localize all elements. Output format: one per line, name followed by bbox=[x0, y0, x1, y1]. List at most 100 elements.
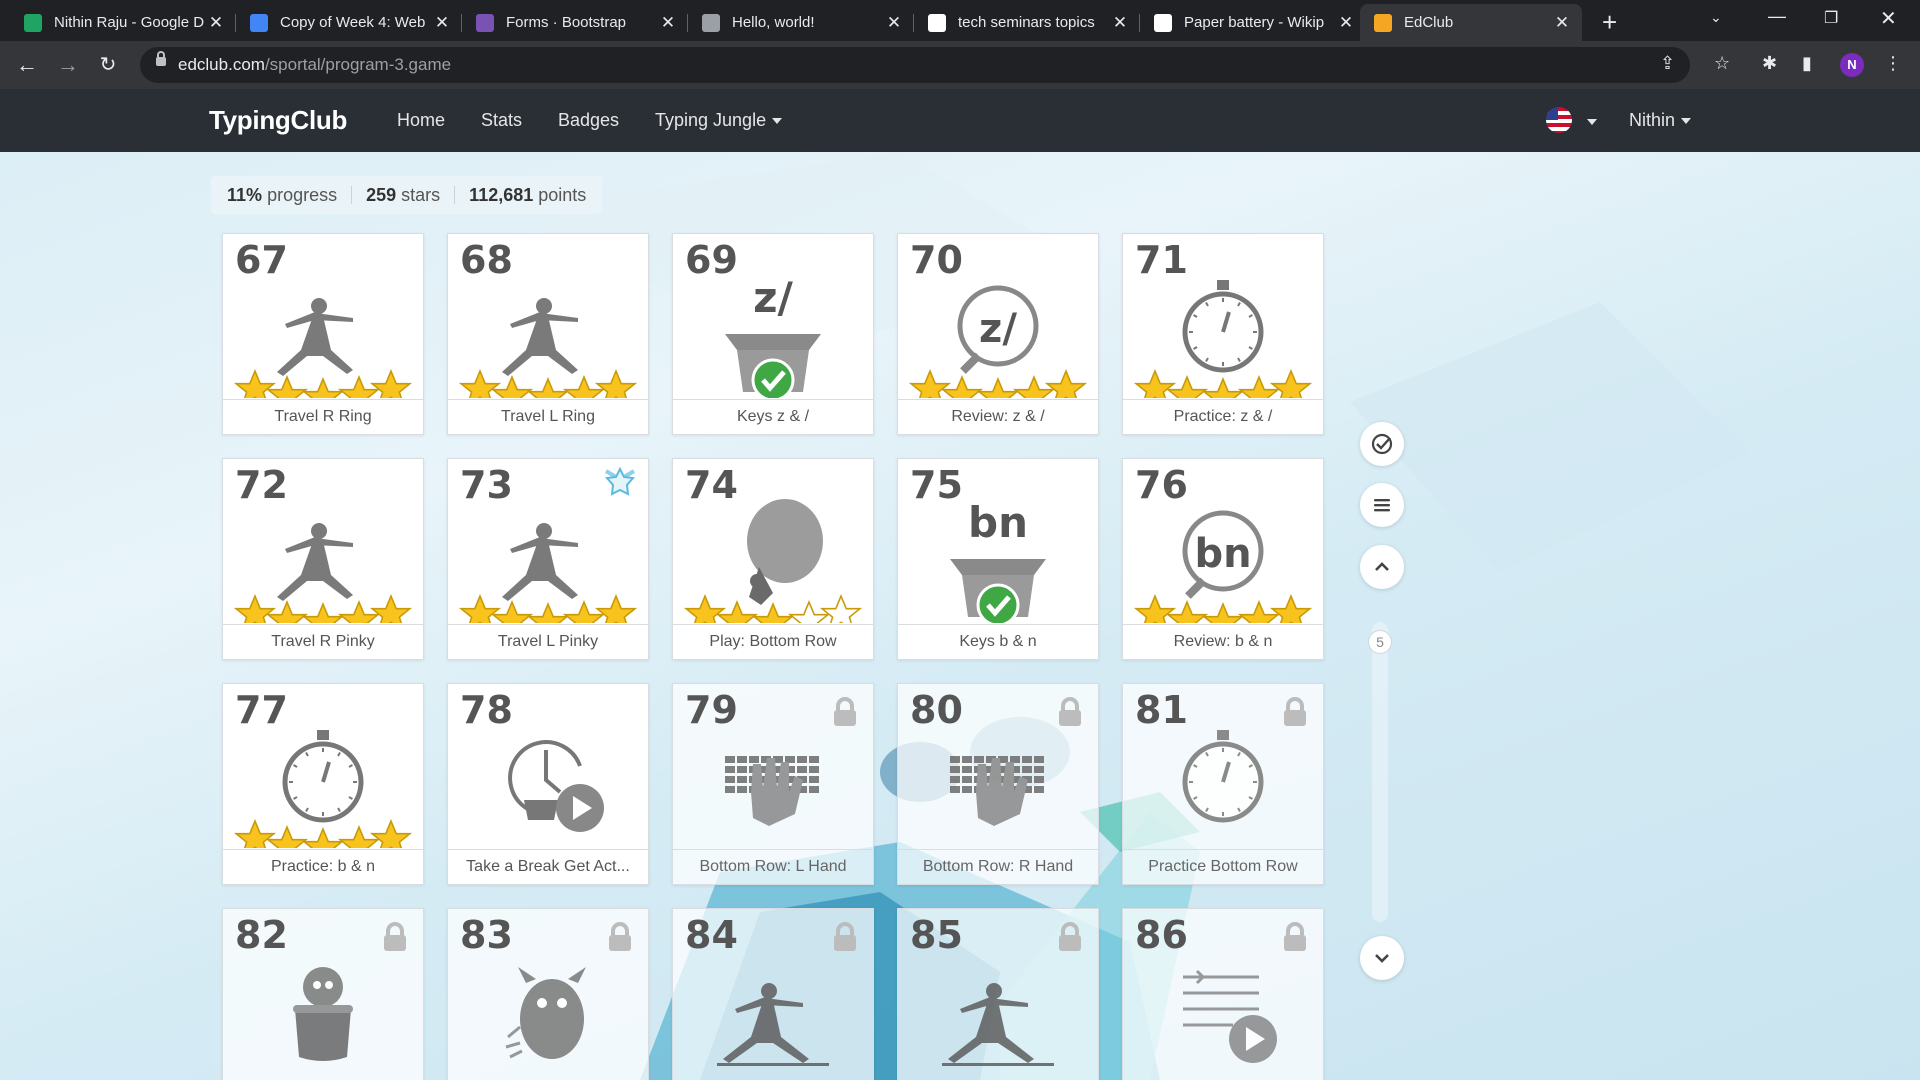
lock-icon bbox=[1284, 922, 1306, 951]
star-icon bbox=[369, 369, 413, 398]
menu-button[interactable] bbox=[1360, 483, 1404, 527]
lesson-illustration bbox=[458, 298, 638, 398]
lesson-map: 11% progress 259 stars 112,681 points 67… bbox=[0, 152, 1920, 1080]
us-flag-icon[interactable] bbox=[1546, 107, 1572, 133]
browser-tab[interactable]: Nithin Raju - Google D ✕ bbox=[10, 4, 236, 41]
check-icon bbox=[751, 358, 795, 398]
lesson-card[interactable]: 77 Practice: b & n bbox=[222, 683, 424, 885]
browser-tab[interactable]: Paper battery - Wikip ✕ bbox=[1140, 4, 1366, 41]
tab-close-icon[interactable]: ✕ bbox=[1552, 13, 1572, 33]
completed-filter-button[interactable] bbox=[1360, 422, 1404, 466]
tab-search-icon[interactable]: ⌄ bbox=[1710, 9, 1722, 26]
lesson-card[interactable]: 72 Travel R Pinky bbox=[222, 458, 424, 660]
lesson-illustration bbox=[942, 983, 1054, 1066]
lesson-illustration bbox=[1182, 730, 1264, 823]
star-icon bbox=[976, 377, 1020, 398]
lesson-card[interactable]: 78 Take a Break Get Act... bbox=[447, 683, 649, 885]
tab-separator bbox=[235, 14, 236, 32]
share-icon[interactable]: ⇪ bbox=[1660, 53, 1675, 74]
lesson-card[interactable]: 67 Travel R Ring bbox=[222, 233, 424, 435]
star-icon bbox=[526, 602, 570, 623]
yoga-pose-icon bbox=[277, 298, 353, 376]
lesson-card[interactable]: 73 Travel L Pinky bbox=[447, 458, 649, 660]
lesson-illustration bbox=[683, 499, 863, 623]
page-number-indicator[interactable]: 5 bbox=[1368, 630, 1392, 654]
back-icon[interactable]: ← bbox=[11, 49, 43, 81]
lesson-illustration bbox=[725, 756, 819, 826]
lock-icon bbox=[384, 922, 406, 951]
lesson-card[interactable]: 84 bbox=[672, 908, 874, 1080]
bookmark-star-icon[interactable]: ☆ bbox=[1714, 53, 1730, 74]
nav-badges[interactable]: Badges bbox=[558, 110, 619, 131]
star-icon bbox=[1269, 369, 1313, 398]
tab-close-icon[interactable]: ✕ bbox=[658, 13, 678, 33]
lesson-card[interactable]: 83 bbox=[447, 908, 649, 1080]
tab-close-icon[interactable]: ✕ bbox=[432, 13, 452, 33]
window-close-icon[interactable]: ✕ bbox=[1880, 6, 1897, 31]
lesson-card[interactable]: 68 Travel L Ring bbox=[447, 233, 649, 435]
tab-close-icon[interactable]: ✕ bbox=[1110, 13, 1130, 33]
profile-avatar[interactable]: N bbox=[1840, 53, 1864, 77]
lesson-card[interactable]: 85 bbox=[897, 908, 1099, 1080]
edclub-icon bbox=[1374, 13, 1392, 32]
star-icon bbox=[562, 375, 606, 398]
lesson-card[interactable]: 71 Practice: z & / bbox=[1122, 233, 1324, 435]
side-panel-icon[interactable]: ▮ bbox=[1802, 53, 1812, 74]
star-icon bbox=[369, 594, 413, 623]
minimize-icon[interactable]: — bbox=[1768, 6, 1786, 27]
user-menu[interactable]: Nithin bbox=[1629, 110, 1692, 131]
lesson-illustration bbox=[233, 730, 413, 848]
browser-tab[interactable]: Hello, world! ✕ bbox=[688, 4, 914, 41]
browser-tab[interactable]: EdClub ✕ bbox=[1360, 4, 1582, 41]
keyboard-hand-icon bbox=[950, 756, 1044, 826]
forward-icon[interactable]: → bbox=[52, 49, 84, 81]
lock-icon bbox=[1059, 922, 1081, 951]
browser-tab[interactable]: tech seminars topics ✕ bbox=[914, 4, 1140, 41]
lesson-card[interactable]: 69 z/Keys z & / bbox=[672, 233, 874, 435]
tab-close-icon[interactable]: ✕ bbox=[884, 13, 904, 33]
site-navbar: TypingClub Home Stats Badges Typing Jung… bbox=[0, 89, 1920, 152]
lesson-card[interactable]: 81 Practice Bottom Row bbox=[1122, 683, 1324, 885]
new-tab-icon[interactable]: + bbox=[1602, 7, 1617, 38]
lesson-card[interactable]: 80 Bottom Row: R Hand bbox=[897, 683, 1099, 885]
check-icon bbox=[976, 583, 1020, 623]
nav-typing-jungle[interactable]: Typing Jungle bbox=[655, 110, 783, 131]
badge-icon[interactable] bbox=[600, 465, 640, 501]
lesson-illustration bbox=[1183, 969, 1277, 1063]
lesson-card[interactable]: 70 z/Review: z & / bbox=[897, 233, 1099, 435]
lesson-card[interactable]: 76 bn Review: b & n bbox=[1122, 458, 1324, 660]
progress-label: progress bbox=[267, 184, 338, 205]
nav-home[interactable]: Home bbox=[397, 110, 445, 131]
lesson-card[interactable]: 75 bn Keys b & n bbox=[897, 458, 1099, 660]
lock-icon bbox=[1284, 697, 1306, 726]
brand-logo[interactable]: TypingClub bbox=[209, 105, 347, 136]
key-letters: bn bbox=[968, 498, 1028, 547]
tab-close-icon[interactable]: ✕ bbox=[206, 13, 226, 33]
play-icon bbox=[1229, 1015, 1277, 1063]
reload-icon[interactable]: ↻ bbox=[92, 49, 124, 81]
scroll-down-button[interactable] bbox=[1360, 936, 1404, 980]
browser-tab[interactable]: Forms · Bootstrap ✕ bbox=[462, 4, 688, 41]
lesson-card[interactable]: 74 Play: Bottom Row bbox=[672, 458, 874, 660]
star-icon bbox=[1165, 600, 1209, 623]
lock-icon bbox=[834, 697, 856, 726]
url-input[interactable]: edclub.com/sportal/program-3.game ⇪ bbox=[140, 47, 1690, 83]
language-caret-icon[interactable] bbox=[1587, 119, 1597, 125]
chrome-menu-icon[interactable]: ⋮ bbox=[1884, 53, 1902, 74]
lock-icon[interactable] bbox=[156, 51, 166, 66]
tab-close-icon[interactable]: ✕ bbox=[1336, 13, 1356, 33]
extensions-icon[interactable]: ✱ bbox=[1762, 53, 1777, 74]
browser-tab[interactable]: Copy of Week 4: Web ✕ bbox=[236, 4, 462, 41]
star-icon bbox=[1133, 594, 1177, 623]
tab-title: Forms · Bootstrap bbox=[506, 14, 627, 31]
lesson-illustration bbox=[508, 740, 604, 832]
scroll-up-button[interactable] bbox=[1360, 545, 1404, 589]
lesson-card[interactable]: 86 bbox=[1122, 908, 1324, 1080]
star-icon bbox=[908, 369, 952, 398]
lesson-card[interactable]: 79 Bottom Row: L Hand bbox=[672, 683, 874, 885]
restore-icon[interactable]: ❐ bbox=[1824, 8, 1838, 28]
url-host: edclub.com bbox=[178, 55, 265, 74]
nav-stats[interactable]: Stats bbox=[481, 110, 522, 131]
page-scroll-track[interactable] bbox=[1372, 622, 1388, 922]
lesson-card[interactable]: 82 bbox=[222, 908, 424, 1080]
